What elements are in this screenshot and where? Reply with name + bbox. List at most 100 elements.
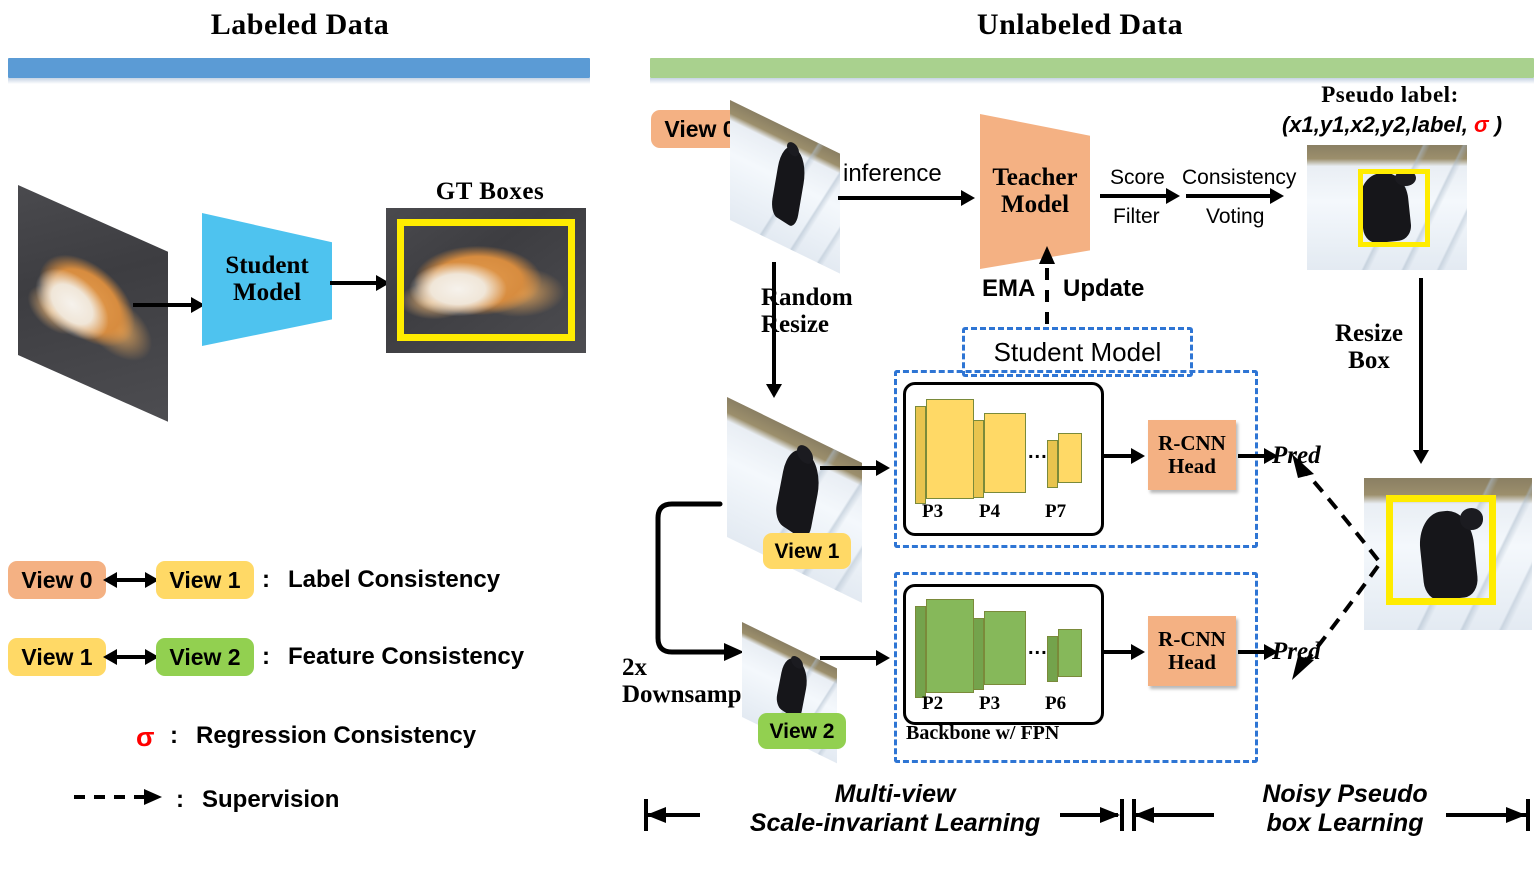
gt-bounding-box [397,219,575,341]
student-model-shape: Student Model [202,213,332,346]
arrow-rcnn-bottom-to-pred [1238,650,1266,654]
arrow-random-resize [772,262,776,387]
consistency-voting-line1: Consistency [1182,166,1297,189]
arrow-fpn-bottom-to-rcnn [1101,650,1133,654]
legend-sigma-symbol: σ [136,722,155,752]
score-filter-line2: Filter [1113,205,1160,228]
supervision-dashed-arrow-bottom [1292,564,1380,680]
view2-badge: View 2 [758,713,846,749]
pseudo-label-tuple: (x1,y1,x2,y2,label, σ ) [1262,112,1522,138]
legend-row-0-colon: : [262,566,270,593]
arrow-score-filter [1100,194,1168,198]
view0-image [730,100,840,274]
arrow-view1-to-fpn-head [876,460,890,476]
teacher-model-label-line2: Model [1000,190,1070,218]
rcnn-head-bottom-line2: Head [1168,650,1216,674]
student-model-tag-label: Student Model [993,336,1162,367]
arrow-view2-to-fpn [820,656,878,660]
arrow-input-to-student [133,303,193,307]
downsample-line1: 2x [622,654,647,681]
measure-bar-right [1132,799,1530,831]
arrow-resize-box [1419,278,1423,453]
arrow-random-resize-head [766,384,782,398]
legend-row-0-arrow-head-left [103,572,117,588]
legend-row-0-text: Label Consistency [288,566,501,593]
fpn-bottom-level-1: P3 [979,693,1001,714]
inference-label: inference [843,160,942,187]
fpn-top-level-0: P3 [922,501,944,522]
pseudo-label-bounding-box [1358,169,1430,247]
pseudo-label-image [1307,145,1467,270]
arrow-view2-to-fpn-head [876,650,890,666]
labeled-data-title: Labeled Data [210,8,390,41]
fpn-bottom-level-0: P2 [922,693,944,714]
rcnn-head-top-line2: Head [1168,454,1216,478]
arrow-student-to-gt [330,281,378,285]
rcnn-head-top: R-CNN Head [1148,420,1236,490]
rcnn-head-bottom: R-CNN Head [1148,616,1236,686]
view1-badge: View 1 [763,533,851,569]
fpn-bottom-slab-p3 [973,611,1026,690]
fpn-bottom-box: P2 P3 ... P6 [903,584,1104,725]
legend-row-1-arrow-line [115,655,147,659]
fpn-bottom-level-2: P6 [1045,693,1067,714]
downsample-label: 2x Downsample [622,654,760,708]
legend-row-1-text: Feature Consistency [288,643,525,670]
student-model-label-line2: Model [232,278,302,306]
arrow-fpn-top-to-rcnn [1101,454,1133,458]
fpn-bottom-slab-p2 [915,599,974,698]
labeled-data-bar [8,58,590,84]
legend-sigma-colon: : [170,722,178,749]
fpn-top-level-1: P4 [979,501,1001,522]
arrow-inference [838,196,963,200]
backbone-fpn-label: Backbone w/ FPN [906,722,1060,744]
arrow-rcnn-top-to-pred [1238,454,1266,458]
legend-supervision-dashed-arrow [74,789,162,805]
arrow-resize-box-head [1413,450,1429,464]
fpn-bottom-ellipsis: ... [1028,637,1048,659]
arrow-fpn-top-to-rcnn-head [1131,448,1145,464]
update-label: Update [1063,275,1145,302]
rcnn-head-top-line1: R-CNN [1158,430,1226,455]
unlabeled-data-bar [650,58,1534,84]
arrow-view1-to-fpn [820,466,878,470]
arrow-consistency-voting [1186,194,1272,198]
legend-row-0-arrow-line [115,578,147,582]
legend-row-1-right-badge: View 2 [156,638,254,676]
legend-sigma-text: Regression Consistency [196,722,477,749]
fpn-top-ellipsis: ... [1028,441,1048,463]
resize-box-line1: Resize [1335,320,1404,347]
fpn-top-box: P3 P4 ... P7 [903,382,1104,536]
pseudo-label-sigma: σ [1473,112,1489,137]
legend-row-1-colon: : [262,643,270,670]
legend-supervision-text: Supervision [202,786,340,813]
pseudo-label-tuple-prefix: (x1,y1,x2,y2,label, [1281,112,1474,137]
fpn-top-level-2: P7 [1045,501,1067,522]
legend-supervision-colon: : [176,786,184,813]
downsample-line2: Downsample [622,681,760,708]
teacher-model-label-line1: Teacher [992,164,1078,192]
fpn-top-slab-p3 [915,399,974,504]
legend-row-0-right-badge: View 1 [156,561,254,599]
arrow-inference-head [961,190,975,206]
legend-row-0-left-badge: View 0 [8,561,106,599]
pseudo-label-tuple-suffix: ) [1488,112,1503,137]
fpn-bottom-slab-p6 [1047,629,1082,682]
resize-box-label: Resize Box [1335,320,1403,374]
legend-row-1-left-badge: View 1 [8,638,106,676]
gt-boxes-image [386,208,586,353]
arrow-consistency-voting-head [1270,188,1284,204]
gt-boxes-label: GT Boxes [435,178,545,205]
unlabeled-data-title: Unlabeled Data [976,8,1184,41]
rcnn-head-bottom-line1: R-CNN [1158,626,1226,651]
legend-row-1-arrow-head-left [103,649,117,665]
fpn-top-slab-p7 [1047,433,1082,488]
pseudo-label-title: Pseudo label: [1321,82,1459,107]
consistency-voting-line2: Voting [1206,205,1265,228]
final-bounding-box [1386,495,1496,605]
measure-bar-left [644,799,1124,831]
student-model-label-line1: Student [225,252,309,280]
fpn-top-slab-p4 [973,413,1026,498]
resize-box-line2: Box [1348,347,1390,374]
arrow-score-filter-head [1166,188,1180,204]
